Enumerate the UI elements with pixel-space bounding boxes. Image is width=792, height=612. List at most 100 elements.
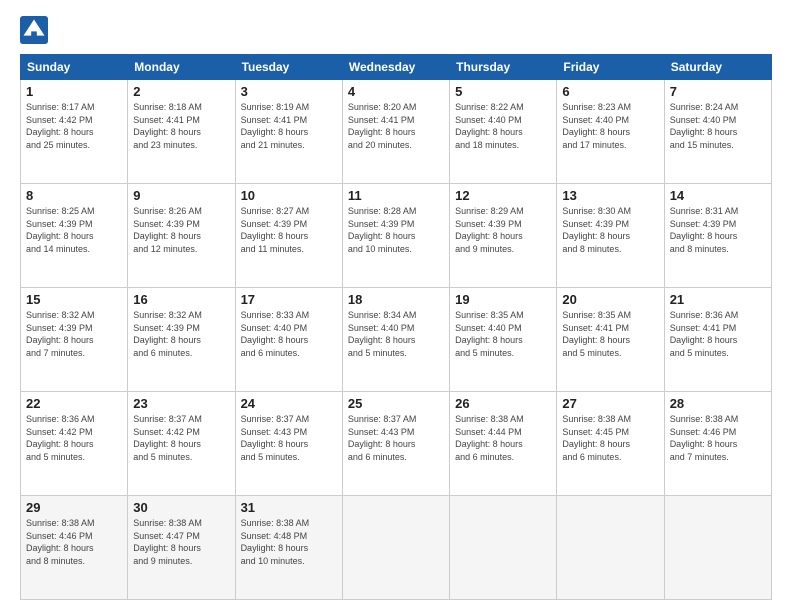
day-info: Sunrise: 8:38 AM Sunset: 4:45 PM Dayligh… bbox=[562, 413, 658, 463]
day-info: Sunrise: 8:35 AM Sunset: 4:40 PM Dayligh… bbox=[455, 309, 551, 359]
day-info: Sunrise: 8:26 AM Sunset: 4:39 PM Dayligh… bbox=[133, 205, 229, 255]
empty-cell bbox=[557, 496, 664, 600]
day-number: 1 bbox=[26, 84, 122, 99]
day-info: Sunrise: 8:20 AM Sunset: 4:41 PM Dayligh… bbox=[348, 101, 444, 151]
day-info: Sunrise: 8:33 AM Sunset: 4:40 PM Dayligh… bbox=[241, 309, 337, 359]
day-number: 29 bbox=[26, 500, 122, 515]
day-cell-28: 28 Sunrise: 8:38 AM Sunset: 4:46 PM Dayli… bbox=[664, 392, 771, 496]
day-info: Sunrise: 8:32 AM Sunset: 4:39 PM Dayligh… bbox=[26, 309, 122, 359]
day-number: 5 bbox=[455, 84, 551, 99]
day-info: Sunrise: 8:38 AM Sunset: 4:46 PM Dayligh… bbox=[670, 413, 766, 463]
day-cell-31: 31 Sunrise: 8:38 AM Sunset: 4:48 PM Dayli… bbox=[235, 496, 342, 600]
day-number: 21 bbox=[670, 292, 766, 307]
day-number: 16 bbox=[133, 292, 229, 307]
day-number: 6 bbox=[562, 84, 658, 99]
day-info: Sunrise: 8:38 AM Sunset: 4:44 PM Dayligh… bbox=[455, 413, 551, 463]
day-info: Sunrise: 8:36 AM Sunset: 4:42 PM Dayligh… bbox=[26, 413, 122, 463]
day-info: Sunrise: 8:17 AM Sunset: 4:42 PM Dayligh… bbox=[26, 101, 122, 151]
week-row-1: 1 Sunrise: 8:17 AM Sunset: 4:42 PM Daylig… bbox=[21, 80, 772, 184]
day-info: Sunrise: 8:25 AM Sunset: 4:39 PM Dayligh… bbox=[26, 205, 122, 255]
page: SundayMondayTuesdayWednesdayThursdayFrid… bbox=[0, 0, 792, 612]
day-info: Sunrise: 8:37 AM Sunset: 4:43 PM Dayligh… bbox=[241, 413, 337, 463]
day-info: Sunrise: 8:23 AM Sunset: 4:40 PM Dayligh… bbox=[562, 101, 658, 151]
day-cell-30: 30 Sunrise: 8:38 AM Sunset: 4:47 PM Dayli… bbox=[128, 496, 235, 600]
empty-cell bbox=[450, 496, 557, 600]
day-number: 3 bbox=[241, 84, 337, 99]
day-cell-3: 3Sunrise: 8:19 AM Sunset: 4:41 PM Daylig… bbox=[235, 80, 342, 184]
weekday-header-thursday: Thursday bbox=[450, 55, 557, 80]
day-cell-16: 16 Sunrise: 8:32 AM Sunset: 4:39 PM Dayli… bbox=[128, 288, 235, 392]
day-info: Sunrise: 8:34 AM Sunset: 4:40 PM Dayligh… bbox=[348, 309, 444, 359]
week-row-5: 29 Sunrise: 8:38 AM Sunset: 4:46 PM Dayli… bbox=[21, 496, 772, 600]
day-cell-22: 22 Sunrise: 8:36 AM Sunset: 4:42 PM Dayli… bbox=[21, 392, 128, 496]
day-cell-2: 2Sunrise: 8:18 AM Sunset: 4:41 PM Daylig… bbox=[128, 80, 235, 184]
day-cell-27: 27Sunrise: 8:38 AM Sunset: 4:45 PM Dayli… bbox=[557, 392, 664, 496]
day-info: Sunrise: 8:29 AM Sunset: 4:39 PM Dayligh… bbox=[455, 205, 551, 255]
week-row-2: 8 Sunrise: 8:25 AM Sunset: 4:39 PM Daylig… bbox=[21, 184, 772, 288]
day-info: Sunrise: 8:27 AM Sunset: 4:39 PM Dayligh… bbox=[241, 205, 337, 255]
day-cell-17: 17 Sunrise: 8:33 AM Sunset: 4:40 PM Dayli… bbox=[235, 288, 342, 392]
day-info: Sunrise: 8:38 AM Sunset: 4:46 PM Dayligh… bbox=[26, 517, 122, 567]
day-info: Sunrise: 8:36 AM Sunset: 4:41 PM Dayligh… bbox=[670, 309, 766, 359]
day-number: 4 bbox=[348, 84, 444, 99]
empty-cell bbox=[664, 496, 771, 600]
day-number: 31 bbox=[241, 500, 337, 515]
day-info: Sunrise: 8:22 AM Sunset: 4:40 PM Dayligh… bbox=[455, 101, 551, 151]
day-info: Sunrise: 8:35 AM Sunset: 4:41 PM Dayligh… bbox=[562, 309, 658, 359]
day-info: Sunrise: 8:38 AM Sunset: 4:48 PM Dayligh… bbox=[241, 517, 337, 567]
calendar: SundayMondayTuesdayWednesdayThursdayFrid… bbox=[20, 54, 772, 600]
day-cell-19: 19 Sunrise: 8:35 AM Sunset: 4:40 PM Dayli… bbox=[450, 288, 557, 392]
week-row-3: 15 Sunrise: 8:32 AM Sunset: 4:39 PM Dayli… bbox=[21, 288, 772, 392]
day-number: 24 bbox=[241, 396, 337, 411]
day-info: Sunrise: 8:38 AM Sunset: 4:47 PM Dayligh… bbox=[133, 517, 229, 567]
day-info: Sunrise: 8:32 AM Sunset: 4:39 PM Dayligh… bbox=[133, 309, 229, 359]
empty-cell bbox=[342, 496, 449, 600]
day-cell-4: 4 Sunrise: 8:20 AM Sunset: 4:41 PM Daylig… bbox=[342, 80, 449, 184]
day-cell-13: 13 Sunrise: 8:30 AM Sunset: 4:39 PM Dayli… bbox=[557, 184, 664, 288]
day-cell-1: 1 Sunrise: 8:17 AM Sunset: 4:42 PM Daylig… bbox=[21, 80, 128, 184]
week-row-4: 22 Sunrise: 8:36 AM Sunset: 4:42 PM Dayli… bbox=[21, 392, 772, 496]
calendar-body: 1 Sunrise: 8:17 AM Sunset: 4:42 PM Daylig… bbox=[21, 80, 772, 600]
day-cell-29: 29 Sunrise: 8:38 AM Sunset: 4:46 PM Dayli… bbox=[21, 496, 128, 600]
day-cell-11: 11 Sunrise: 8:28 AM Sunset: 4:39 PM Dayli… bbox=[342, 184, 449, 288]
day-cell-10: 10Sunrise: 8:27 AM Sunset: 4:39 PM Dayli… bbox=[235, 184, 342, 288]
day-cell-8: 8 Sunrise: 8:25 AM Sunset: 4:39 PM Daylig… bbox=[21, 184, 128, 288]
calendar-header: SundayMondayTuesdayWednesdayThursdayFrid… bbox=[21, 55, 772, 80]
weekday-header-wednesday: Wednesday bbox=[342, 55, 449, 80]
weekday-header-friday: Friday bbox=[557, 55, 664, 80]
day-info: Sunrise: 8:28 AM Sunset: 4:39 PM Dayligh… bbox=[348, 205, 444, 255]
weekday-header-tuesday: Tuesday bbox=[235, 55, 342, 80]
day-number: 15 bbox=[26, 292, 122, 307]
day-number: 19 bbox=[455, 292, 551, 307]
day-cell-20: 20 Sunrise: 8:35 AM Sunset: 4:41 PM Dayli… bbox=[557, 288, 664, 392]
day-number: 7 bbox=[670, 84, 766, 99]
day-cell-6: 6 Sunrise: 8:23 AM Sunset: 4:40 PM Daylig… bbox=[557, 80, 664, 184]
day-info: Sunrise: 8:18 AM Sunset: 4:41 PM Dayligh… bbox=[133, 101, 229, 151]
day-number: 30 bbox=[133, 500, 229, 515]
day-cell-18: 18 Sunrise: 8:34 AM Sunset: 4:40 PM Dayli… bbox=[342, 288, 449, 392]
day-number: 18 bbox=[348, 292, 444, 307]
day-number: 13 bbox=[562, 188, 658, 203]
day-number: 17 bbox=[241, 292, 337, 307]
weekday-row: SundayMondayTuesdayWednesdayThursdayFrid… bbox=[21, 55, 772, 80]
day-cell-15: 15 Sunrise: 8:32 AM Sunset: 4:39 PM Dayli… bbox=[21, 288, 128, 392]
day-info: Sunrise: 8:30 AM Sunset: 4:39 PM Dayligh… bbox=[562, 205, 658, 255]
day-info: Sunrise: 8:37 AM Sunset: 4:42 PM Dayligh… bbox=[133, 413, 229, 463]
day-number: 25 bbox=[348, 396, 444, 411]
logo bbox=[20, 16, 52, 44]
day-cell-24: 24 Sunrise: 8:37 AM Sunset: 4:43 PM Dayli… bbox=[235, 392, 342, 496]
day-info: Sunrise: 8:31 AM Sunset: 4:39 PM Dayligh… bbox=[670, 205, 766, 255]
header bbox=[20, 16, 772, 44]
day-number: 12 bbox=[455, 188, 551, 203]
day-number: 11 bbox=[348, 188, 444, 203]
day-number: 20 bbox=[562, 292, 658, 307]
day-cell-7: 7Sunrise: 8:24 AM Sunset: 4:40 PM Daylig… bbox=[664, 80, 771, 184]
day-number: 8 bbox=[26, 188, 122, 203]
day-number: 28 bbox=[670, 396, 766, 411]
day-cell-14: 14Sunrise: 8:31 AM Sunset: 4:39 PM Dayli… bbox=[664, 184, 771, 288]
day-number: 22 bbox=[26, 396, 122, 411]
logo-icon bbox=[20, 16, 48, 44]
day-number: 9 bbox=[133, 188, 229, 203]
day-cell-21: 21 Sunrise: 8:36 AM Sunset: 4:41 PM Dayli… bbox=[664, 288, 771, 392]
day-info: Sunrise: 8:37 AM Sunset: 4:43 PM Dayligh… bbox=[348, 413, 444, 463]
